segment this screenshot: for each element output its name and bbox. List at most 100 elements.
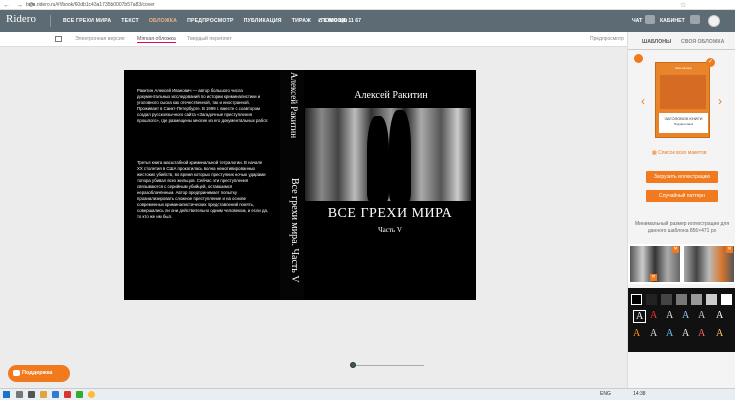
color-swatch-white[interactable]: [721, 294, 732, 305]
back-cover-author-bio: Ракитин Алексей Иванович — автор большог…: [137, 88, 269, 123]
menu-publication[interactable]: ПУБЛИКАЦИЯ: [239, 18, 287, 24]
book-icon: [55, 36, 62, 42]
remove-image-icon[interactable]: ✕: [726, 246, 733, 253]
all-templates-link[interactable]: ▦ Список всех макетов: [652, 150, 707, 156]
main-menu: ВСЕ ГРЕХИ МИРА ТЕКСТ ОБЛОЖКА ПРЕДПРОСМОТ…: [58, 10, 352, 32]
front-cover-title: ВСЕ ГРЕХИ МИРА: [327, 206, 453, 221]
upload-illustration-button[interactable]: Загрузить иллюстрацию: [646, 171, 718, 183]
template-thumbnail[interactable]: Имя Автора ЗАГОЛОВОК КНИГИ Подзаголовок: [655, 62, 710, 138]
font-color-option[interactable]: A: [698, 310, 705, 321]
preview-link[interactable]: Предпросмотр: [590, 36, 624, 42]
spine-author: Алексей Ракитин: [289, 72, 299, 139]
spine-title: Все грехи мира. Часть V: [289, 178, 300, 283]
book-cover-preview[interactable]: Ракитин Алексей Иванович — автор большог…: [124, 70, 476, 300]
template-cat-image: [660, 75, 706, 109]
font-color-option[interactable]: A: [716, 328, 723, 339]
front-cover-illustration: [305, 108, 471, 201]
front-cover-part: Часть V: [378, 226, 402, 234]
address-bar[interactable]: bsta.ridero.ru/#!/book/60db1c43a1735b000…: [26, 1, 666, 9]
uploaded-images: ✕ ✕ ✕: [628, 244, 735, 284]
color-swatch[interactable]: [706, 294, 717, 305]
menu-text[interactable]: ТЕКСТ: [116, 18, 144, 24]
menu-print-run[interactable]: ТИРАЖ: [287, 18, 316, 24]
search-icon[interactable]: [16, 391, 23, 398]
extension-icons[interactable]: [695, 2, 725, 15]
chat-icon[interactable]: [645, 15, 655, 24]
system-tray: ENG 14:38: [600, 391, 646, 397]
chrome-icon[interactable]: [88, 391, 95, 398]
phone-number: ✆ 8 800 500 11 67: [318, 18, 362, 24]
template-label: ЗАГОЛОВОК КНИГИ Подзаголовок: [659, 113, 708, 133]
font-color-option[interactable]: A: [682, 328, 689, 339]
header-divider: [50, 15, 51, 27]
remove-image-icon[interactable]: ✕: [672, 246, 679, 253]
font-color-option[interactable]: A: [666, 310, 673, 321]
font-color-option[interactable]: A: [650, 328, 657, 339]
font-color-option[interactable]: A: [650, 310, 657, 321]
support-button[interactable]: Поддержка: [8, 365, 70, 382]
template-title: ЗАГОЛОВОК КНИГИ: [664, 116, 703, 121]
app-icon[interactable]: [76, 391, 83, 398]
back-cover-annotation: Третья книга масштабной криминальной тет…: [137, 160, 269, 219]
phone-number-text: 8 800 500 11 67: [323, 18, 362, 24]
spine-text: Алексей Ракитин Все грехи мира. Часть V: [280, 70, 304, 300]
sidebar-tabs: ШАБЛОНЫ СВОЯ ОБЛОЖКА: [628, 36, 735, 50]
font-color-option[interactable]: A: [633, 310, 647, 323]
tab-softcover[interactable]: Мягкая обложка: [137, 36, 176, 43]
front-cover-author: Алексей Ракитин: [354, 90, 428, 101]
avatar[interactable]: [708, 15, 720, 27]
check-icon: ✓: [706, 58, 715, 67]
color-swatch[interactable]: [661, 294, 672, 305]
windows-taskbar: ENG 14:38: [0, 388, 735, 400]
chat-link[interactable]: ЧАТ: [632, 18, 642, 24]
template-subtitle: Подзаголовок: [673, 122, 694, 126]
support-label: Поддержка: [22, 370, 53, 376]
remove-image-icon[interactable]: ✕: [650, 274, 657, 281]
font-color-option[interactable]: A: [633, 328, 640, 339]
app-header: Ridero ВСЕ ГРЕХИ МИРА ТЕКСТ ОБЛОЖКА ПРЕД…: [0, 10, 735, 32]
language-indicator[interactable]: ENG: [600, 391, 611, 397]
menu-preview[interactable]: ПРЕДПРОСМОТР: [182, 18, 239, 24]
all-templates-label: Список всех макетов: [658, 150, 707, 156]
illustration-size-hint: Минимальный размер иллюстрации для данно…: [634, 221, 730, 234]
app-icon[interactable]: [64, 391, 71, 398]
font-color-option[interactable]: A: [716, 310, 723, 321]
cover-format-tabs: Электронная версия Мягкая обложка Тверды…: [0, 32, 627, 47]
tab-hardcover[interactable]: Твердый переплет: [187, 36, 232, 42]
sidebar: ШАБЛОНЫ СВОЯ ОБЛОЖКА ‹ › Имя Автора ЗАГО…: [627, 32, 735, 388]
font-color-option[interactable]: A: [682, 310, 689, 321]
zoom-slider-track[interactable]: [354, 365, 424, 366]
ridero-logo[interactable]: Ridero: [6, 13, 36, 25]
chevron-right-icon[interactable]: ›: [718, 94, 722, 108]
font-color-option[interactable]: A: [666, 328, 673, 339]
cabinet-link[interactable]: КАБИНЕТ: [660, 18, 685, 24]
silhouette-figure: [389, 110, 411, 201]
windows-start-icon[interactable]: [3, 391, 10, 398]
menu-cover[interactable]: ОБЛОЖКА: [144, 18, 182, 24]
color-swatch[interactable]: [676, 294, 687, 305]
zoom-slider[interactable]: [350, 362, 425, 368]
silhouette-figure: [367, 116, 389, 201]
file-explorer-icon[interactable]: [40, 391, 47, 398]
zoom-slider-knob[interactable]: [350, 362, 356, 368]
browser-toolbar: ← → ⟳ bsta.ridero.ru/#!/book/60db1c43a17…: [0, 0, 735, 15]
chevron-left-icon[interactable]: ‹: [641, 94, 645, 108]
tab-own-cover[interactable]: СВОЯ ОБЛОЖКА: [681, 39, 724, 45]
random-pattern-button[interactable]: Случайный паттерн: [646, 190, 718, 202]
template-author: Имя Автора: [675, 66, 692, 70]
color-swatch[interactable]: [646, 294, 657, 305]
color-swatch-black[interactable]: [631, 294, 642, 305]
color-swatch[interactable]: [691, 294, 702, 305]
chat-bubble-icon: [13, 370, 20, 376]
color-palette: A A A A A A A A A A A A: [628, 288, 735, 352]
mail-icon[interactable]: [52, 391, 59, 398]
task-view-icon[interactable]: [28, 391, 35, 398]
clock[interactable]: 14:38: [633, 391, 646, 397]
tab-ebook[interactable]: Электронная версия: [75, 36, 125, 42]
bookmark-star-icon[interactable]: ☆: [680, 1, 686, 9]
notifications-icon[interactable]: [690, 15, 700, 24]
font-color-option[interactable]: A: [698, 328, 705, 339]
menu-book-title[interactable]: ВСЕ ГРЕХИ МИРА: [58, 18, 116, 24]
lock-icon[interactable]: [634, 54, 643, 63]
tab-templates[interactable]: ШАБЛОНЫ: [642, 39, 671, 45]
